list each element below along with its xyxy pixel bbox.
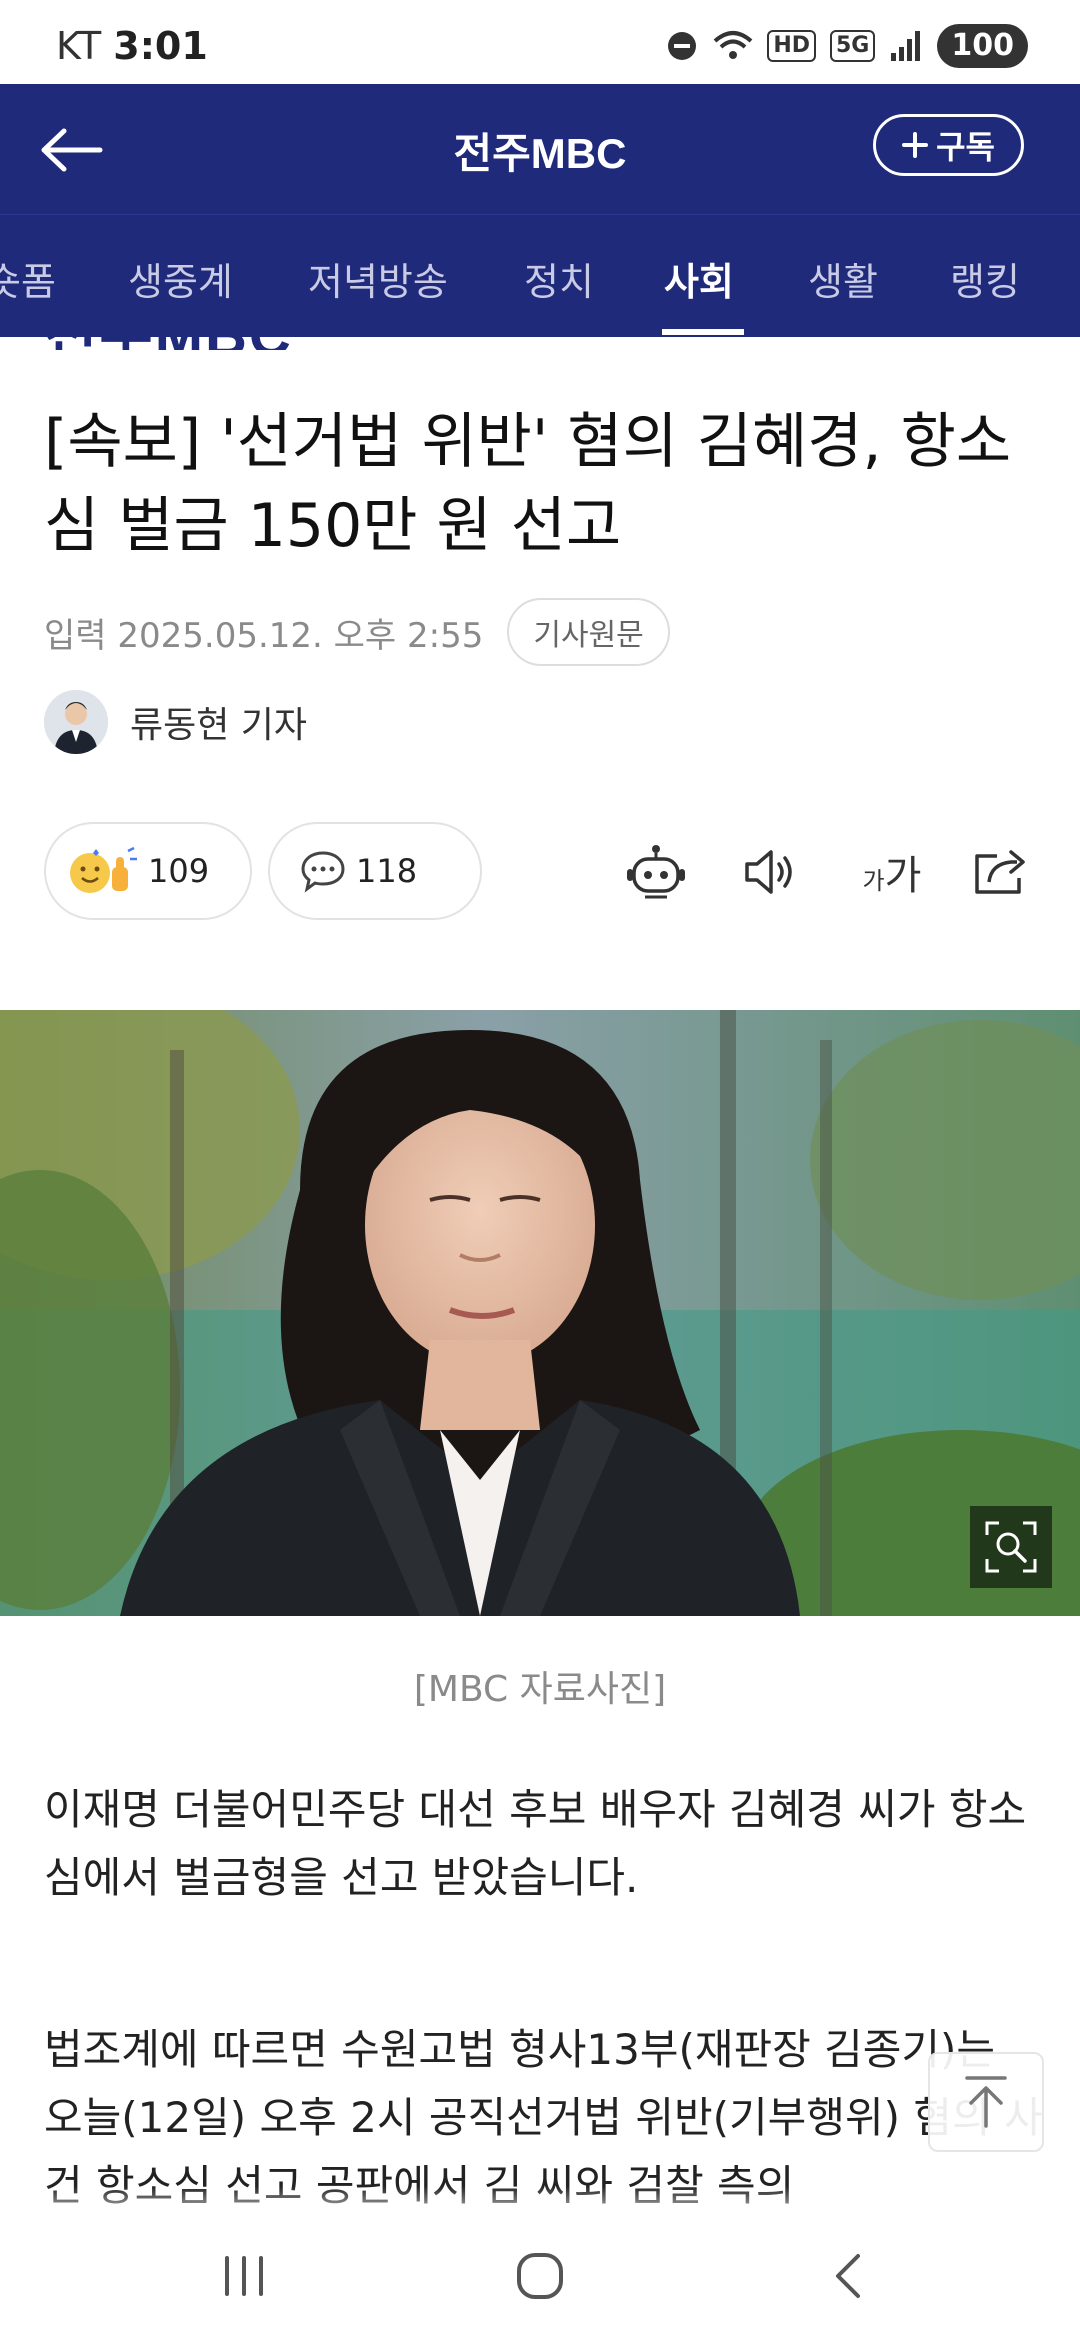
subscribe-button[interactable]: 구독 (873, 114, 1024, 176)
reaction-count: 109 (148, 852, 210, 890)
home-button[interactable] (500, 2240, 580, 2312)
tab-ranking[interactable]: 랭킹 (950, 251, 1020, 306)
speaker-icon (745, 850, 792, 894)
smile-thumbs-up-icon (70, 846, 137, 893)
hd-badge: HD (767, 30, 816, 62)
recent-apps-icon (225, 2256, 263, 2296)
do-not-disturb-icon (668, 32, 697, 60)
publish-date: 입력 2025.05.12. 오후 2:55 (44, 615, 484, 656)
clock: 3:01 (113, 24, 208, 68)
font-size-icon: 가가 (862, 853, 922, 899)
scroll-to-top-button[interactable] (928, 2052, 1044, 2152)
font-size-button[interactable]: 가가 (852, 840, 932, 904)
active-tab-indicator (662, 329, 744, 335)
subscribe-label: 구독 (936, 128, 995, 166)
app-header: 전주MBC 구독 (0, 84, 1080, 214)
reporter-info[interactable]: 류동현 기자 (44, 690, 307, 754)
comment-count: 118 (356, 852, 418, 890)
article-title: [속보] '선거법 위반' 혐의 김혜경, 항소심 벌금 150만 원 선고 (44, 407, 1012, 561)
battery-indicator: 100 (937, 24, 1028, 68)
status-icons: HD 5G 100 (665, 24, 1028, 68)
article-paragraph-2: 법조계에 따르면 수원고법 형사13부(재판장 김종기)는 오늘(12일) 오후… (44, 2025, 1043, 2210)
tab-live[interactable]: 생중계 (128, 251, 233, 306)
system-navigation-bar (0, 2212, 1080, 2340)
status-carrier-time: KT 3:01 (56, 24, 208, 68)
plus-icon (902, 132, 929, 158)
ai-summary-button[interactable] (624, 840, 688, 904)
reporter-name: 류동현 기자 (130, 705, 308, 746)
article-actions: 109 118 가가 (44, 822, 1044, 922)
photo-caption: [MBC 자료사진] (413, 1669, 667, 1710)
article-meta: 입력 2025.05.12. 오후 2:55 기사원문 (44, 598, 670, 666)
share-button[interactable] (968, 840, 1032, 904)
network-badge: 5G (830, 30, 876, 62)
tab-society[interactable]: 사회 (664, 251, 734, 306)
press-logo: 전주MBC (44, 322, 294, 350)
category-tabs: 숏폼 생중계 저녁방송 정치 사회 생활 랭킹 (0, 214, 1080, 337)
robot-icon (627, 845, 685, 899)
speech-bubble-icon (301, 851, 345, 893)
reaction-button[interactable]: 109 (44, 822, 252, 920)
status-bar: KT 3:01 HD 5G 100 (0, 0, 1080, 84)
text-to-speech-button[interactable] (738, 840, 802, 904)
tab-politics[interactable]: 정치 (524, 251, 594, 306)
original-article-button[interactable]: 기사원문 (507, 598, 670, 666)
wifi-icon (713, 31, 753, 59)
tab-life[interactable]: 생활 (808, 251, 878, 306)
recent-apps-button[interactable] (204, 2240, 284, 2312)
comment-button[interactable]: 118 (268, 822, 482, 920)
photo-zoom-button[interactable] (970, 1506, 1052, 1588)
signal-icon (891, 31, 921, 61)
chevron-left-icon (836, 2254, 860, 2298)
reporter-avatar (44, 690, 108, 754)
home-icon (517, 2253, 563, 2299)
article-paragraph-1: 이재명 더불어민주당 대선 후보 배우자 김혜경 씨가 항소심에서 벌금형을 선… (44, 1785, 1027, 1902)
share-icon (975, 850, 1025, 894)
magnifier-icon (985, 1521, 1037, 1573)
arrow-up-icon (965, 2076, 1007, 2128)
tab-shortform[interactable]: 숏폼 (0, 251, 56, 306)
tab-evening-news[interactable]: 저녁방송 (308, 251, 448, 306)
system-back-button[interactable] (808, 2240, 888, 2312)
article-photo[interactable] (0, 1010, 1080, 1616)
carrier-label: KT (56, 24, 102, 68)
